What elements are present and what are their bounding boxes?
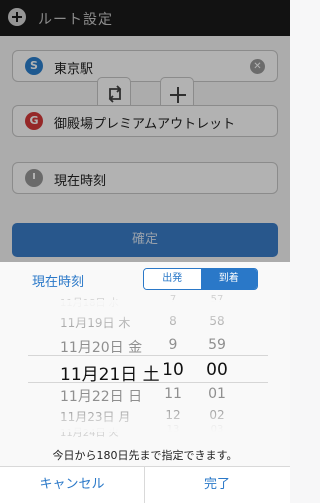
time-picker-sheet: 現在時刻 出発 到着 11月18日 水757 11月19日 木858 11月20… <box>0 262 290 503</box>
range-note: 今日から180日先まで指定できます。 <box>52 449 238 462</box>
mode-segmented-control: 出発 到着 <box>143 268 258 290</box>
cancel-button[interactable]: キャンセル <box>0 467 144 503</box>
done-button[interactable]: 完了 <box>145 467 289 503</box>
wheel-fade-top <box>0 300 290 328</box>
selection-line-top <box>28 355 268 356</box>
wheel-row[interactable]: 11月20日 金 9 59 <box>0 337 290 357</box>
wheel-fade-bottom <box>0 412 290 432</box>
now-button[interactable]: 現在時刻 <box>32 271 84 290</box>
wheel-row[interactable]: 11月22日 日 11 01 <box>0 386 290 406</box>
arrive-tab[interactable]: 到着 <box>200 269 257 289</box>
dim-overlay[interactable] <box>0 0 290 262</box>
depart-tab[interactable]: 出発 <box>144 269 201 289</box>
selection-line-bottom <box>28 382 268 383</box>
sheet-footer: キャンセル 完了 <box>0 466 290 503</box>
wheel-row-selected[interactable]: 11月21日 土 10 00 <box>0 360 290 385</box>
